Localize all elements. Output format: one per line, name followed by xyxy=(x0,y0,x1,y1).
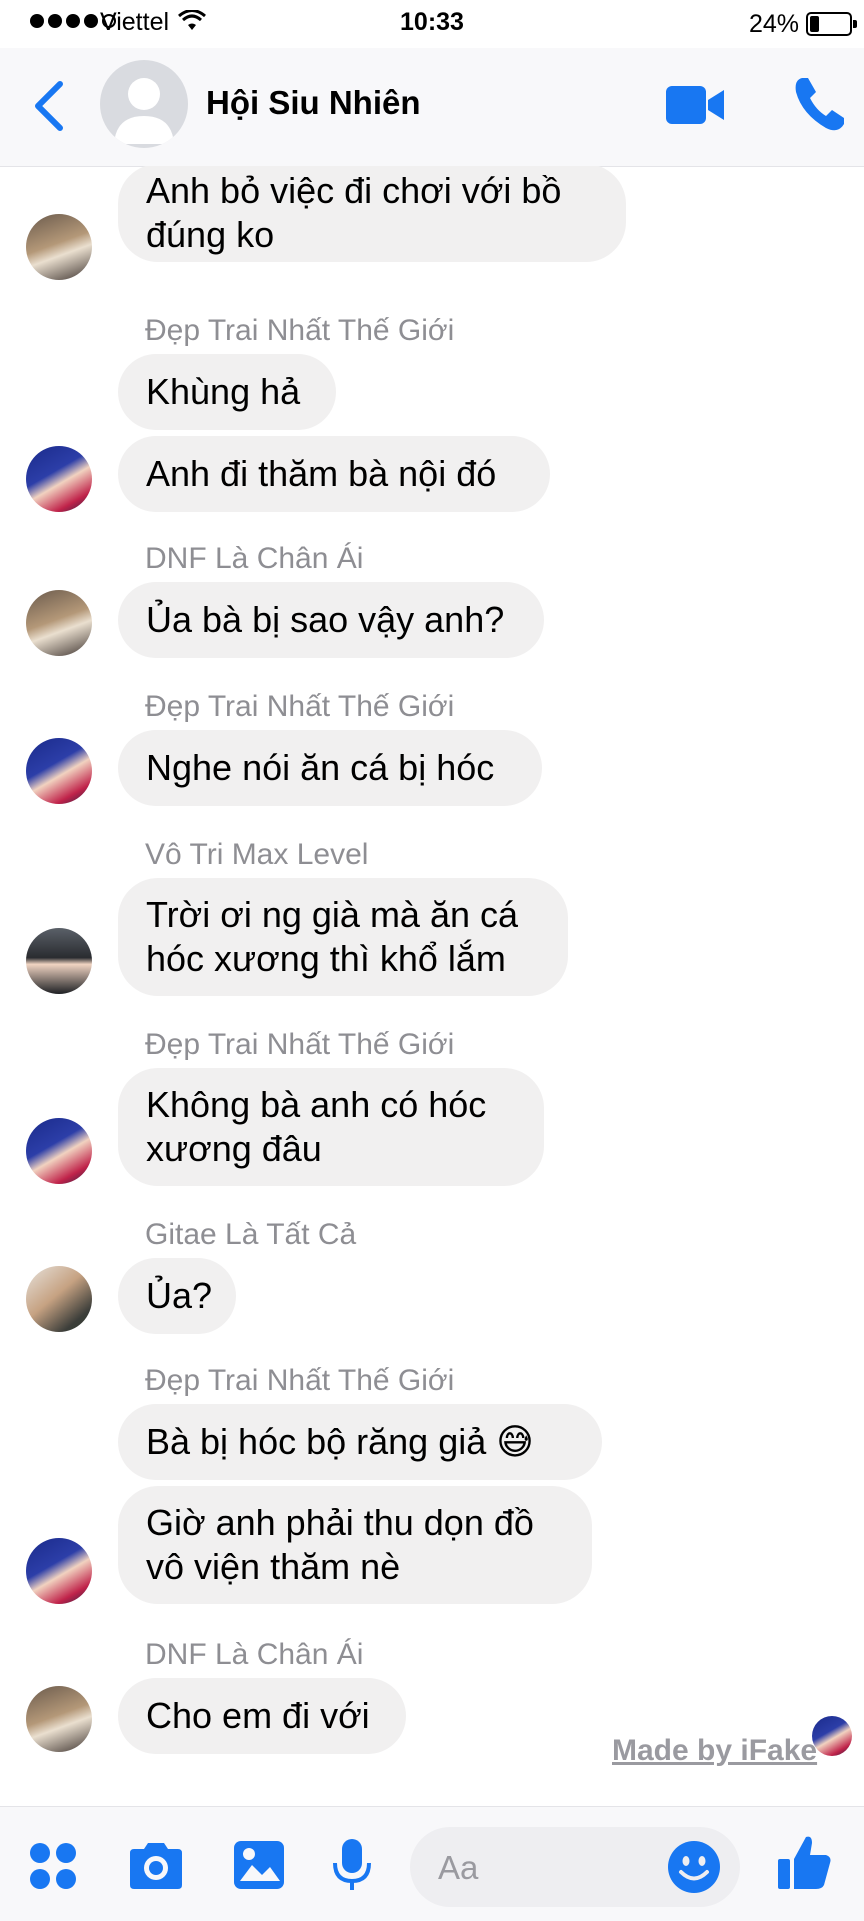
battery-icon xyxy=(806,12,857,36)
video-camera-icon[interactable] xyxy=(664,78,726,132)
message-bubble[interactable]: Trời ơi ng già mà ăn cá hóc xương thì kh… xyxy=(118,878,568,996)
watermark-text: Made by iFake xyxy=(612,1734,818,1767)
sender-name: Đẹp Trai Nhất Thế Giới xyxy=(145,1028,455,1061)
avatar[interactable] xyxy=(26,1538,92,1604)
avatar[interactable] xyxy=(26,1266,92,1332)
microphone-icon[interactable] xyxy=(332,1837,372,1898)
sender-name: Đẹp Trai Nhất Thế Giới xyxy=(145,314,455,347)
message-bubble[interactable]: Không bà anh có hóc xương đâu xyxy=(118,1068,544,1186)
message-input-container[interactable] xyxy=(410,1827,740,1907)
message-input[interactable] xyxy=(436,1845,640,1891)
like-thumbs-up-icon[interactable] xyxy=(776,1833,832,1898)
composer-toolbar xyxy=(0,1806,864,1921)
message-bubble[interactable]: Anh đi thăm bà nội đó xyxy=(118,436,550,512)
apps-grid-icon[interactable] xyxy=(28,1841,78,1896)
back-chevron-icon[interactable] xyxy=(30,78,70,134)
avatar[interactable] xyxy=(26,446,92,512)
message-bubble[interactable]: Giờ anh phải thu dọn đồ vô viện thăm nè xyxy=(118,1486,592,1604)
read-receipt-avatar xyxy=(812,1716,852,1756)
emoji-icon[interactable] xyxy=(666,1839,722,1900)
camera-icon[interactable] xyxy=(126,1841,186,1896)
sender-name: Đẹp Trai Nhất Thế Giới xyxy=(145,1364,455,1397)
message-bubble[interactable]: Khùng hả xyxy=(118,354,336,430)
sender-name: Đẹp Trai Nhất Thế Giới xyxy=(145,690,455,723)
battery-percent: 24% xyxy=(749,10,800,38)
avatar[interactable] xyxy=(26,214,92,280)
status-bar: Viettel 10:33 24% xyxy=(0,0,864,48)
conversation-header: Hội Siu Nhiên xyxy=(0,48,864,167)
message-list: Anh bỏ việc đi chơi với bồ đúng ko Đẹp T… xyxy=(0,166,864,1806)
sender-name: DNF Là Chân Ái xyxy=(145,542,364,575)
message-bubble[interactable]: Cho em đi với xyxy=(118,1678,406,1754)
message-bubble[interactable]: Bà bị hóc bộ răng giả 😅 xyxy=(118,1404,602,1480)
clock: 10:33 xyxy=(400,8,464,36)
conversation-title[interactable]: Hội Siu Nhiên xyxy=(206,84,421,122)
avatar[interactable] xyxy=(26,738,92,804)
group-avatar[interactable] xyxy=(100,60,188,148)
message-bubble[interactable]: Anh bỏ việc đi chơi với bồ đúng ko xyxy=(118,166,626,262)
message-bubble[interactable]: Ủa bà bị sao vậy anh? xyxy=(118,582,544,658)
sender-name: Vô Tri Max Level xyxy=(145,838,369,871)
message-bubble[interactable]: Nghe nói ăn cá bị hóc xyxy=(118,730,542,806)
avatar[interactable] xyxy=(26,590,92,656)
sender-name: DNF Là Chân Ái xyxy=(145,1638,364,1671)
phone-icon[interactable] xyxy=(792,74,848,134)
avatar[interactable] xyxy=(26,1686,92,1752)
avatar[interactable] xyxy=(26,928,92,994)
image-gallery-icon[interactable] xyxy=(232,1839,286,1896)
message-bubble[interactable]: Ủa? xyxy=(118,1258,236,1334)
sender-name: Gitae Là Tất Cả xyxy=(145,1218,357,1251)
avatar[interactable] xyxy=(26,1118,92,1184)
